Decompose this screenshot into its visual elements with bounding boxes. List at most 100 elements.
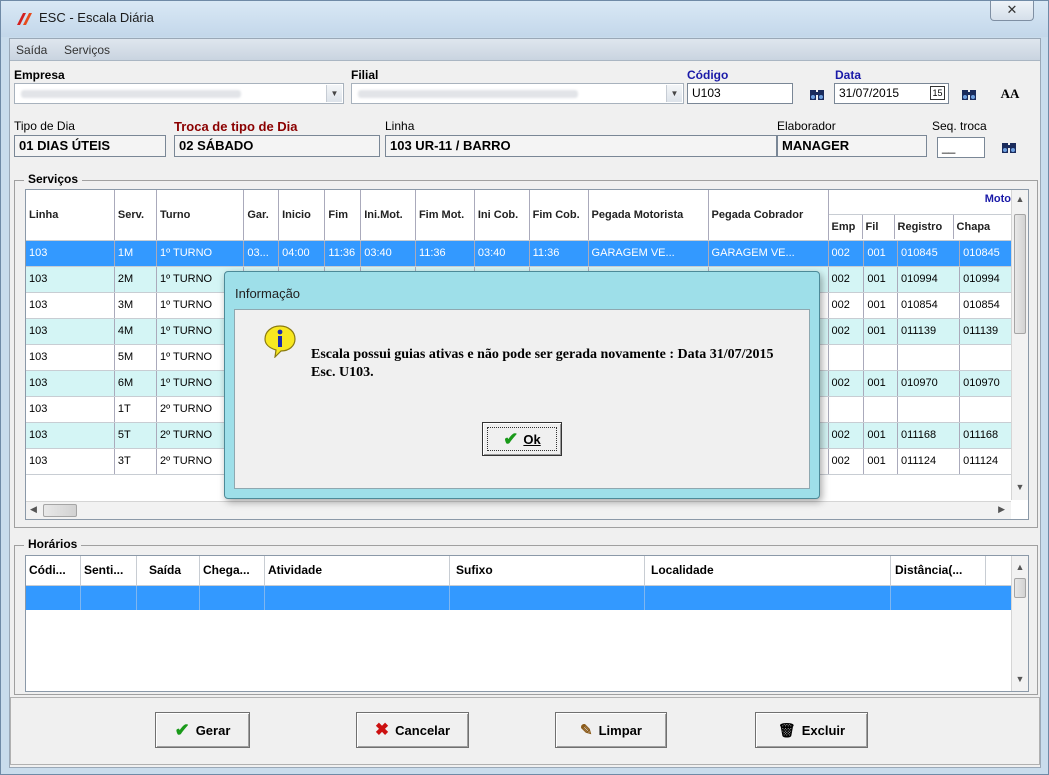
table-cell: 11:36: [529, 240, 589, 267]
limpar-button[interactable]: ✎ Limpar: [555, 712, 667, 748]
table-cell: 011139: [897, 318, 961, 345]
col-linha[interactable]: Linha: [26, 190, 115, 241]
excluir-button[interactable]: 🗑 Excluir: [755, 712, 868, 748]
col-inicio[interactable]: Inicio: [278, 190, 326, 241]
excluir-label: Excluir: [801, 722, 846, 738]
table-cell: 103: [26, 422, 115, 449]
seq-troca-input[interactable]: __: [937, 137, 985, 158]
col-pegada-cobrador[interactable]: Pegada Cobrador: [708, 190, 829, 241]
data-input[interactable]: 31/07/2015 15: [834, 83, 949, 104]
col-emp[interactable]: Emp: [829, 215, 863, 239]
eraser-icon: ✎: [580, 722, 593, 739]
scroll-up-icon[interactable]: ▲: [1012, 562, 1028, 572]
calendar-icon[interactable]: 15: [930, 86, 945, 100]
col-registro[interactable]: Registro: [895, 215, 954, 239]
table-cell: 010970: [897, 370, 961, 397]
col-sentido[interactable]: Senti...: [81, 556, 137, 585]
scroll-thumb[interactable]: [1014, 578, 1026, 598]
col-turno[interactable]: Turno: [156, 190, 245, 241]
servicos-hscroll[interactable]: ◀ ▶: [26, 501, 1011, 519]
col-fil[interactable]: Fil: [863, 215, 895, 239]
col-atividade[interactable]: Atividade: [265, 556, 450, 585]
col-codigo[interactable]: Códi...: [26, 556, 81, 585]
table-cell: [897, 396, 961, 423]
cancelar-button[interactable]: ✖ Cancelar: [356, 712, 469, 748]
table-cell: 002: [828, 240, 865, 267]
scroll-left-icon[interactable]: ◀: [30, 504, 37, 515]
table-cell: 001: [863, 292, 898, 319]
col-fim[interactable]: Fim: [324, 190, 362, 241]
filial-label: Filial: [351, 68, 379, 82]
tipo-dia-field: 01 DIAS ÚTEIS: [14, 135, 166, 157]
ok-button[interactable]: ✔ Ok: [482, 422, 562, 456]
table-cell: 1T: [114, 396, 158, 423]
info-icon: [264, 325, 296, 358]
action-panel: ✔ Gerar ✖ Cancelar ✎ Limpar 🗑 Excluir: [10, 697, 1040, 765]
menu-saida[interactable]: Saída: [16, 43, 47, 57]
table-row[interactable]: 103 1M 1º TURNO 03... 04:00 11:36 03:40 11:36 03…: [26, 240, 1016, 267]
table-cell: [959, 344, 1016, 371]
table-cell: [863, 344, 898, 371]
font-size-button[interactable]: AA: [999, 83, 1021, 105]
col-gar[interactable]: Gar.: [243, 190, 280, 241]
table-cell: 4M: [114, 318, 158, 345]
table-cell: 103: [26, 240, 115, 267]
filial-combo[interactable]: ▼: [351, 83, 684, 104]
search-codigo-button[interactable]: [806, 83, 828, 105]
horarios-selected-row[interactable]: [26, 586, 1028, 610]
table-cell: 2M: [114, 266, 158, 293]
table-cell: 002: [828, 266, 865, 293]
col-ini-cob[interactable]: Ini Cob.: [474, 190, 530, 241]
menu-servicos[interactable]: Serviços: [64, 43, 110, 57]
scroll-down-icon[interactable]: ▼: [1012, 482, 1028, 492]
col-localidade[interactable]: Localidade: [645, 556, 891, 585]
horarios-vscroll[interactable]: ▲ ▼: [1011, 556, 1028, 691]
close-button[interactable]: ✕: [990, 1, 1034, 21]
col-ini-mot[interactable]: Ini.Mot.: [360, 190, 416, 241]
scroll-up-icon[interactable]: ▲: [1012, 194, 1028, 204]
col-distancia[interactable]: Distância(...: [891, 556, 986, 585]
col-fim-cob[interactable]: Fim Cob.: [529, 190, 589, 241]
servicos-vscroll[interactable]: ▲ ▼: [1011, 190, 1028, 500]
table-cell: [828, 344, 865, 371]
scroll-right-icon[interactable]: ▶: [998, 504, 1005, 515]
table-cell: 11:36: [324, 240, 362, 267]
hscroll-thumb[interactable]: [43, 504, 77, 517]
check-icon: ✔: [174, 719, 190, 740]
table-cell: GARAGEM VE...: [708, 240, 829, 267]
elaborador-field: MANAGER: [777, 135, 927, 157]
col-sufixo[interactable]: Sufixo: [450, 556, 645, 585]
table-cell: 103: [26, 344, 115, 371]
table-cell: 001: [863, 318, 898, 345]
table-cell: 103: [26, 292, 115, 319]
scroll-down-icon[interactable]: ▼: [1012, 674, 1028, 684]
linha-label: Linha: [385, 119, 415, 133]
horarios-header: Códi... Senti... Saída Chega... Atividad…: [26, 556, 1028, 586]
table-cell: 03...: [243, 240, 280, 267]
col-saida[interactable]: Saída: [137, 556, 200, 585]
table-cell: 103: [26, 266, 115, 293]
col-chegada[interactable]: Chega...: [200, 556, 265, 585]
tipo-dia-label: Tipo de Dia: [14, 119, 75, 133]
table-cell: 002: [828, 448, 865, 475]
motorista-header-group: Moto Emp Fil Registro Chapa: [828, 190, 1017, 241]
search-seq-button[interactable]: [998, 136, 1020, 158]
table-cell: 010970: [959, 370, 1016, 397]
search-data-button[interactable]: [958, 83, 980, 105]
table-cell: 002: [828, 422, 865, 449]
chevron-down-icon[interactable]: ▼: [326, 85, 342, 102]
gerar-button[interactable]: ✔ Gerar: [155, 712, 250, 748]
scroll-thumb[interactable]: [1014, 214, 1026, 334]
table-cell: 011139: [959, 318, 1016, 345]
col-fim-mot[interactable]: Fim Mot.: [415, 190, 475, 241]
table-cell: 03:40: [474, 240, 530, 267]
codigo-input[interactable]: U103: [687, 83, 793, 104]
binoculars-icon: [810, 90, 824, 100]
table-cell: [863, 396, 898, 423]
empresa-combo[interactable]: ▼: [14, 83, 344, 104]
chevron-down-icon[interactable]: ▼: [666, 85, 682, 102]
table-cell: 1º TURNO: [156, 240, 245, 267]
col-pegada-motorista[interactable]: Pegada Motorista: [588, 190, 709, 241]
col-serv[interactable]: Serv.: [114, 190, 158, 241]
col-chapa[interactable]: Chapa: [954, 215, 1007, 239]
